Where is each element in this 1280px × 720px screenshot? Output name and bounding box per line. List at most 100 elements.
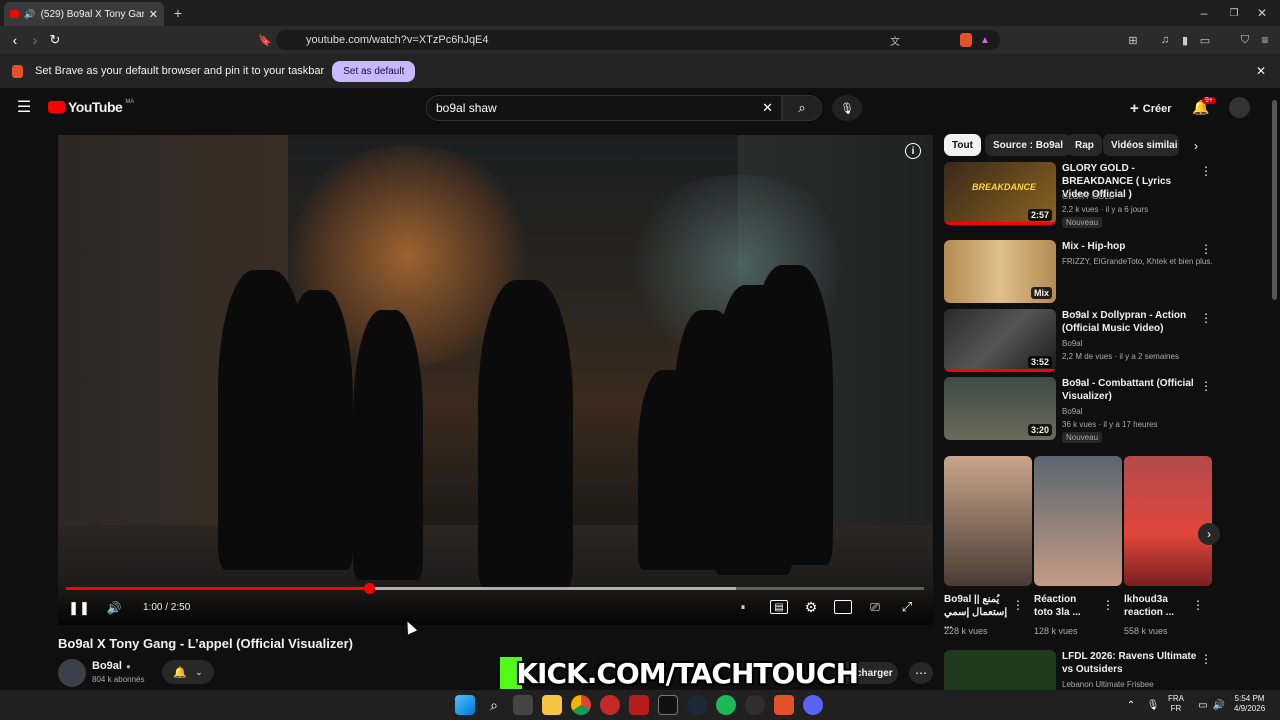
video-figure [478,280,573,590]
video-thumbnail: 3:20 [944,377,1056,440]
notifications-button[interactable]: 🔔 9+ [1192,97,1216,119]
short-title[interactable]: Réaction toto 3la ... [1034,593,1094,619]
time-display: 1:00 / 2:50 [143,602,191,613]
clear-search-icon[interactable]: ✕ [762,100,773,116]
back-icon[interactable]: ‹ [6,31,24,49]
autoplay-toggle[interactable]: ⏸ [734,600,752,614]
taskbar-search-icon[interactable]: ⌕ [484,695,504,715]
address-bar[interactable]: youtube.com/watch?v=XTzPc6hJqE4 文 ▲ [276,30,1000,50]
info-icon[interactable]: i [905,143,921,159]
voice-search-button[interactable]: 🎙 [832,95,862,121]
file-explorer-icon[interactable] [542,695,562,715]
translate-icon[interactable]: 文 [890,33,900,48]
more-vert-icon[interactable]: ⋮ [1200,242,1212,256]
clock[interactable]: 5:54 PM 4/9/2026 [1234,694,1265,714]
short-thumbnail[interactable] [944,456,1032,586]
video-figure [748,265,833,565]
cast-icon[interactable]: ⎚ [866,598,884,616]
recommendation-item[interactable]: LFDL 2026: Ravens Ultimate vs Outsiders … [944,650,1214,690]
youtube-logo[interactable]: YouTube MA [48,99,134,115]
fullscreen-icon[interactable]: ⤢ [898,598,916,616]
search-button[interactable]: ⌕ [782,95,822,121]
extensions-icon[interactable]: ⊞ [1126,31,1140,49]
steam-icon[interactable] [687,695,707,715]
discord-icon[interactable] [803,695,823,715]
more-vert-icon[interactable]: ⋮ [1102,598,1114,612]
obs-icon[interactable] [745,695,765,715]
more-vert-icon[interactable]: ⋮ [1200,311,1212,325]
minimize-icon[interactable]: – [1196,4,1212,22]
browser-tab[interactable]: 🔊 (529) Bo9al X Tony Gang - L'a ✕ [4,2,164,26]
settings-gear-icon[interactable]: ⚙ [802,598,820,616]
recommendation-meta: 36 k vues · il y a 17 heures [1062,420,1158,429]
duration-badge: 3:52 [1027,356,1052,368]
reload-icon[interactable]: ↻ [46,31,64,49]
bookmark-icon[interactable]: 🔖 [256,31,274,49]
recommendation-item[interactable]: BREAKDANCE 2:57 GLORY GOLD - BREAKDANCE … [944,162,1214,228]
subtitles-icon[interactable]: ▤ [770,600,788,614]
task-view-icon[interactable] [513,695,533,715]
shield-icon[interactable]: ⛉ [1238,31,1252,49]
verified-icon: ● [125,661,131,671]
hamburger-menu-icon[interactable]: ☰ [14,97,34,117]
rewards-icon[interactable]: ▲ [980,35,990,46]
chevron-right-icon[interactable]: › [1188,138,1204,154]
short-thumbnail[interactable] [1034,456,1122,586]
brave-shield-icon[interactable] [960,33,972,47]
capcut-icon[interactable] [658,695,678,715]
short-title[interactable]: lkhoud3a reaction ... [1124,593,1184,619]
music-icon[interactable]: ♫ [1158,31,1172,49]
channel-avatar[interactable] [58,659,86,687]
sidebar-icon[interactable]: ▮ [1178,31,1192,49]
pause-icon[interactable]: ❚❚ [68,599,90,617]
forward-icon[interactable]: › [26,31,44,49]
chip-rap[interactable]: Rap [1067,134,1102,156]
search-input[interactable]: bo9al shaw ✕ [426,95,782,121]
page-scrollbar[interactable] [1272,100,1277,300]
chip-source[interactable]: Source : Bo9al [985,134,1072,156]
tray-mic-icon[interactable]: 🎙 [1146,697,1160,713]
chrome-icon[interactable] [571,695,591,715]
wallet-icon[interactable]: ▭ [1198,31,1212,49]
theater-mode-icon[interactable] [834,600,852,614]
chip-similar[interactable]: Vidéos similai [1103,134,1179,156]
brave-taskbar-icon[interactable] [774,695,794,715]
chip-tout[interactable]: Tout [944,134,981,156]
shorts-next-icon[interactable]: › [1198,523,1220,545]
video-player[interactable]: i [58,135,933,625]
spotify-icon[interactable] [716,695,736,715]
maximize-icon[interactable]: ❐ [1226,4,1242,22]
more-vert-icon[interactable]: ⋮ [1200,379,1212,393]
windows-start-icon[interactable] [455,695,475,715]
recommendation-item[interactable]: 3:20 Bo9al - Combattant (Official Visual… [944,377,1214,443]
menu-icon[interactable]: ≡ [1258,31,1272,49]
short-thumbnail[interactable] [1124,456,1212,586]
network-icon[interactable]: ▭ [1196,697,1210,713]
more-actions-icon[interactable]: ⋯ [909,662,933,684]
duration-badge: 3:20 [1027,424,1052,436]
duration-badge: 2:57 [1027,209,1052,221]
speaker-icon[interactable]: 🔊 [24,9,35,20]
language-indicator[interactable]: FRA FR [1168,694,1184,714]
acrobat-icon[interactable] [629,695,649,715]
more-vert-icon[interactable]: ⋮ [1012,598,1024,612]
new-tab-icon[interactable]: + [170,4,186,22]
app-red-icon[interactable] [600,695,620,715]
more-vert-icon[interactable]: ⋮ [1200,652,1212,666]
recommendation-item[interactable]: Mix Mix - Hip-hop FRIZZY, ElGrandeToto, … [944,240,1214,306]
set-default-button[interactable]: Set as default [332,60,416,82]
create-button[interactable]: + Créer [1130,100,1172,117]
volume-tray-icon[interactable]: 🔊 [1212,697,1226,713]
more-vert-icon[interactable]: ⋮ [1200,164,1212,178]
close-window-icon[interactable]: ✕ [1254,4,1270,22]
avatar[interactable] [1229,97,1250,118]
tray-chevron-icon[interactable]: ⌃ [1124,697,1138,713]
scrubber-handle[interactable] [363,583,375,594]
volume-icon[interactable]: 🔊 [104,599,124,617]
recommendation-item[interactable]: 3:52 Bo9al x Dollypran - Action (Officia… [944,309,1214,375]
close-tab-icon[interactable]: ✕ [149,8,158,21]
more-vert-icon[interactable]: ⋮ [1192,598,1204,612]
channel-name[interactable]: Bo9al ● [92,660,131,672]
subscribe-bell-button[interactable]: 🔔 ⌄ [162,660,214,684]
close-notification-icon[interactable]: ✕ [1256,64,1266,78]
